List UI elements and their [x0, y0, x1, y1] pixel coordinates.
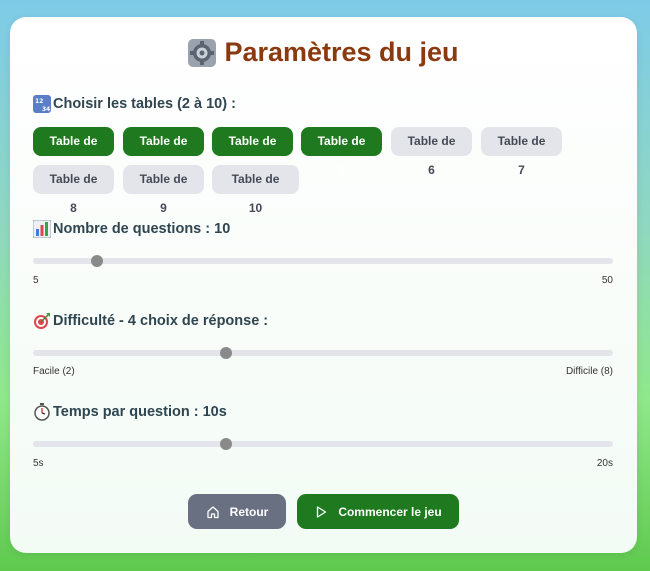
gear-icon — [188, 38, 217, 67]
time-label-text: Temps par question : 10s — [53, 404, 227, 420]
table-chip-10[interactable]: Table de 10 — [212, 165, 299, 215]
start-game-button-label: Commencer le jeu — [338, 504, 442, 519]
time-min-label: 5s — [33, 458, 44, 469]
difficulty-min-label: Facile (2) — [33, 366, 75, 377]
svg-text:34: 34 — [42, 106, 50, 113]
difficulty-max-label: Difficile (8) — [565, 366, 613, 377]
home-icon — [207, 505, 219, 518]
bar-chart-icon — [32, 219, 52, 239]
table-chip-2[interactable]: Table de 2 — [33, 127, 114, 177]
table-chip-9[interactable]: Table de 9 — [123, 165, 204, 215]
difficulty-section-label: Difficulté - 4 choix de réponse : — [33, 312, 268, 330]
questions-label-text: Nombre de questions : 10 — [53, 221, 231, 237]
time-slider[interactable] — [33, 438, 613, 450]
table-chip-7[interactable]: Table de 7 — [481, 127, 562, 177]
table-chip-8[interactable]: Table de 8 — [33, 165, 114, 215]
questions-slider[interactable] — [33, 255, 613, 267]
questions-max-label: 50 — [601, 275, 613, 286]
questions-min-label: 5 — [33, 275, 39, 286]
table-chip-6[interactable]: Table de 6 — [391, 127, 472, 177]
questions-slider-thumb[interactable] — [91, 255, 104, 267]
back-button-label: Retour — [229, 504, 269, 519]
target-icon — [33, 312, 51, 330]
play-icon — [317, 505, 327, 518]
page-header: Paramètres du jeu — [10, 37, 637, 68]
numbers-icon: 12 34 — [33, 95, 51, 113]
stopwatch-icon — [33, 403, 51, 421]
table-chip-4[interactable]: Table de 4 — [212, 127, 293, 177]
start-game-button[interactable]: Commencer le jeu — [297, 494, 459, 529]
difficulty-slider-thumb[interactable] — [220, 347, 233, 359]
svg-text:12: 12 — [35, 98, 43, 105]
difficulty-label-text: Difficulté - 4 choix de réponse : — [53, 313, 269, 329]
table-chip-5[interactable]: Table de 5 — [301, 127, 382, 177]
time-section-label: Temps par question : 10s — [33, 403, 227, 421]
back-button[interactable]: Retour — [188, 494, 286, 529]
questions-section-label: Nombre de questions : 10 — [32, 219, 231, 239]
time-slider-thumb[interactable] — [220, 438, 233, 450]
settings-card: Paramètres du jeu 12 34 Choisir les tabl… — [10, 17, 637, 553]
page-title: Paramètres du jeu — [224, 37, 459, 67]
table-chip-3[interactable]: Table de 3 — [123, 127, 204, 177]
tables-section-label: 12 34 Choisir les tables (2 à 10) : — [33, 95, 236, 113]
time-max-label: 20s — [596, 458, 613, 469]
tables-label-text: Choisir les tables (2 à 10) : — [53, 96, 236, 112]
difficulty-slider[interactable] — [33, 347, 613, 359]
